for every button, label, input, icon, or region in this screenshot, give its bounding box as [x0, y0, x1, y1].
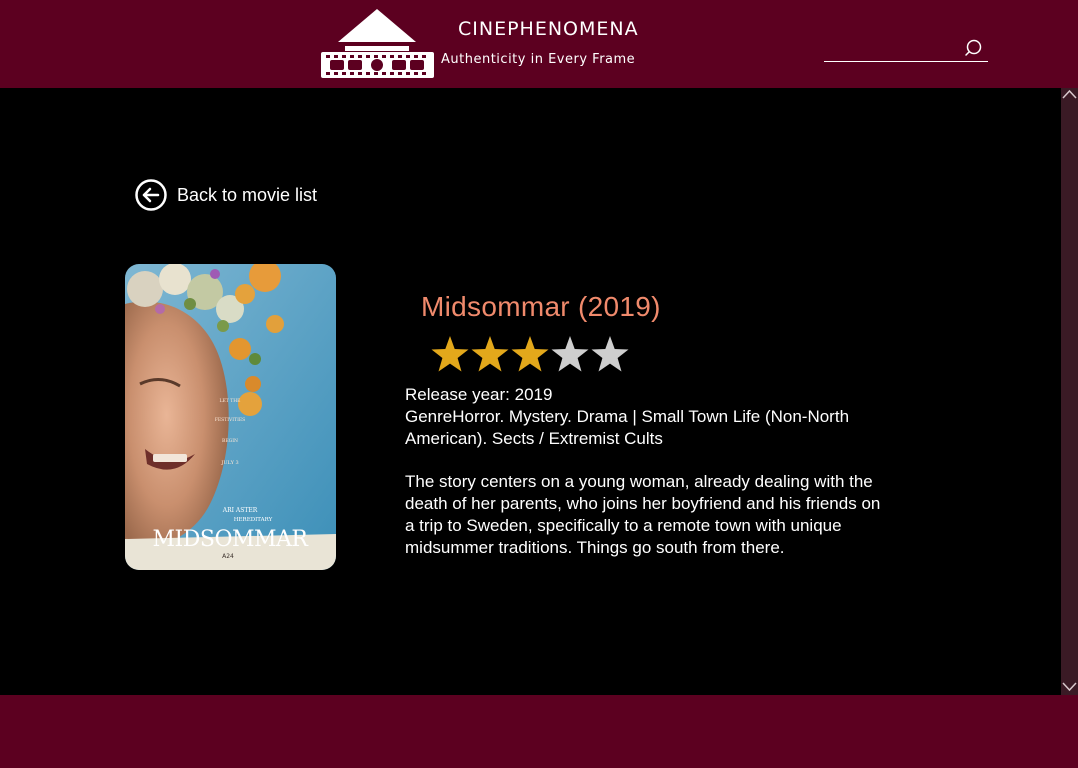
star-icon-3 — [511, 336, 549, 372]
back-to-list-link[interactable]: Back to movie list — [134, 178, 317, 212]
movie-poster: LET THE FESTIVITIES BEGIN JULY 3 ARI AST… — [125, 264, 336, 570]
star-icon-2 — [471, 336, 509, 372]
chevron-up-icon[interactable] — [1061, 88, 1078, 102]
poster-studio: A24 — [222, 553, 234, 560]
site-footer — [0, 695, 1078, 768]
search-input[interactable] — [824, 36, 960, 61]
poster-tagline-3: BEGIN — [222, 438, 238, 444]
star-icon-4 — [551, 336, 589, 372]
vertical-scrollbar[interactable] — [1061, 88, 1078, 695]
back-link-label: Back to movie list — [177, 184, 318, 205]
poster-tagline-1: LET THE — [220, 398, 241, 404]
site-header: CINEPHENOMENA Authenticity in Every Fram… — [0, 0, 1078, 88]
brand-name: CINEPHENOMENA — [458, 18, 639, 40]
cinema-building-logo[interactable] — [320, 8, 435, 80]
poster-tagline-2: FESTIVITIES — [215, 417, 245, 423]
star-icon-1 — [431, 336, 469, 372]
poster-credit-2: HEREDITARY — [234, 517, 273, 523]
poster-credit-1: ARI ASTER — [222, 507, 258, 514]
movie-title: Midsommar (2019) — [421, 291, 661, 322]
search-icon[interactable] — [964, 38, 986, 60]
movie-details: Release year: 2019 GenreHorror. Mystery.… — [405, 384, 885, 450]
chevron-down-icon[interactable] — [1061, 679, 1078, 693]
poster-tagline-4: JULY 3 — [220, 460, 238, 466]
genre: GenreHorror. Mystery. Drama | Small Town… — [405, 407, 850, 448]
brand-tagline: Authenticity in Every Frame — [441, 52, 636, 67]
release-year: Release year: 2019 — [405, 385, 553, 404]
arrow-left-circle-icon — [135, 179, 167, 211]
movie-description: The story centers on a young woman, alre… — [405, 472, 881, 557]
poster-title: MIDSOMMAR — [153, 527, 310, 552]
star-rating — [430, 334, 630, 374]
star-icon-5 — [591, 336, 629, 372]
